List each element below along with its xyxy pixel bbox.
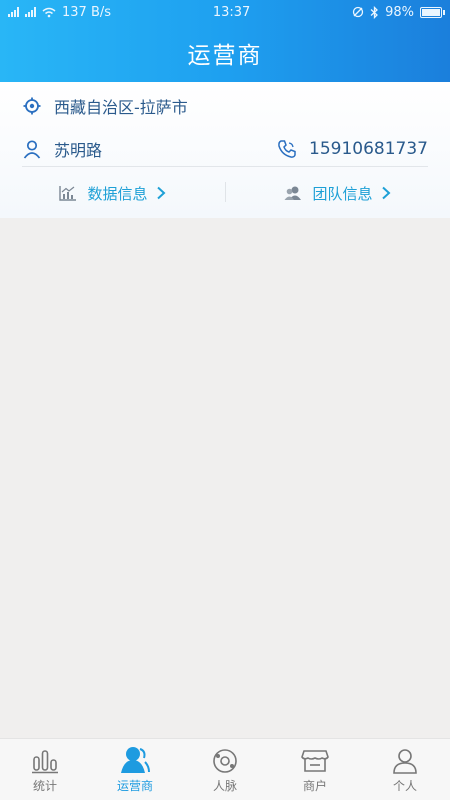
phone-number: 15910681737	[309, 139, 428, 159]
location-target-icon	[22, 96, 42, 116]
operator-info-card: 西藏自治区-拉萨市 苏明路 15910681737 数据信息 团队信息	[0, 82, 450, 218]
bar-chart-icon	[32, 750, 58, 774]
chart-icon	[59, 186, 77, 201]
tab-label: 运营商	[116, 779, 153, 793]
team-info-label: 团队信息	[312, 184, 373, 203]
battery-percent: 98%	[385, 4, 414, 20]
tab-label: 个人	[392, 779, 417, 793]
status-time: 13:37	[212, 4, 251, 20]
vibrate-icon	[352, 6, 364, 18]
tab-merchant[interactable]: 商户	[270, 739, 360, 800]
battery-fill	[422, 8, 440, 16]
tab-label: 商户	[302, 779, 327, 793]
app-header: 137 B/s 13:37 98% 运营商	[0, 0, 450, 82]
data-info-label: 数据信息	[87, 184, 148, 203]
tab-personal[interactable]: 个人	[360, 739, 450, 800]
chevron-right-icon	[381, 186, 390, 200]
status-bar: 137 B/s 13:37 98%	[0, 0, 450, 24]
bottom-tab-bar: 统计 运营商 人脉 商户 个人	[0, 738, 450, 800]
tab-label: 统计	[32, 779, 57, 793]
battery-icon	[420, 6, 445, 18]
card-divider	[22, 166, 428, 167]
store-icon	[301, 750, 329, 772]
net-speed: 137 B/s	[62, 4, 112, 20]
team-info-link[interactable]: 团队信息	[225, 183, 450, 204]
bluetooth-icon	[370, 5, 379, 19]
phone-icon	[277, 139, 297, 159]
tab-label: 人脉	[212, 779, 237, 793]
tab-network[interactable]: 人脉	[180, 739, 270, 800]
operator-icon	[121, 747, 150, 773]
network-icon	[213, 749, 237, 773]
location-row: 西藏自治区-拉萨市	[0, 92, 450, 120]
data-info-link[interactable]: 数据信息	[0, 183, 225, 204]
wifi-icon	[42, 7, 56, 17]
contact-row: 苏明路 15910681737	[0, 134, 450, 164]
phone-block[interactable]: 15910681737	[277, 139, 428, 159]
page-title: 运营商	[187, 43, 263, 69]
signal-icon	[8, 7, 19, 17]
chevron-right-icon	[156, 186, 165, 200]
tab-operator[interactable]: 运营商	[90, 739, 180, 800]
signal-icon-2	[25, 7, 36, 17]
person-icon	[393, 749, 417, 774]
user-icon	[22, 139, 42, 159]
team-icon	[284, 186, 302, 200]
link-separator	[225, 182, 226, 202]
location-text: 西藏自治区-拉萨市	[54, 98, 188, 117]
tab-statistics[interactable]: 统计	[0, 739, 90, 800]
contact-name: 苏明路	[54, 141, 103, 160]
